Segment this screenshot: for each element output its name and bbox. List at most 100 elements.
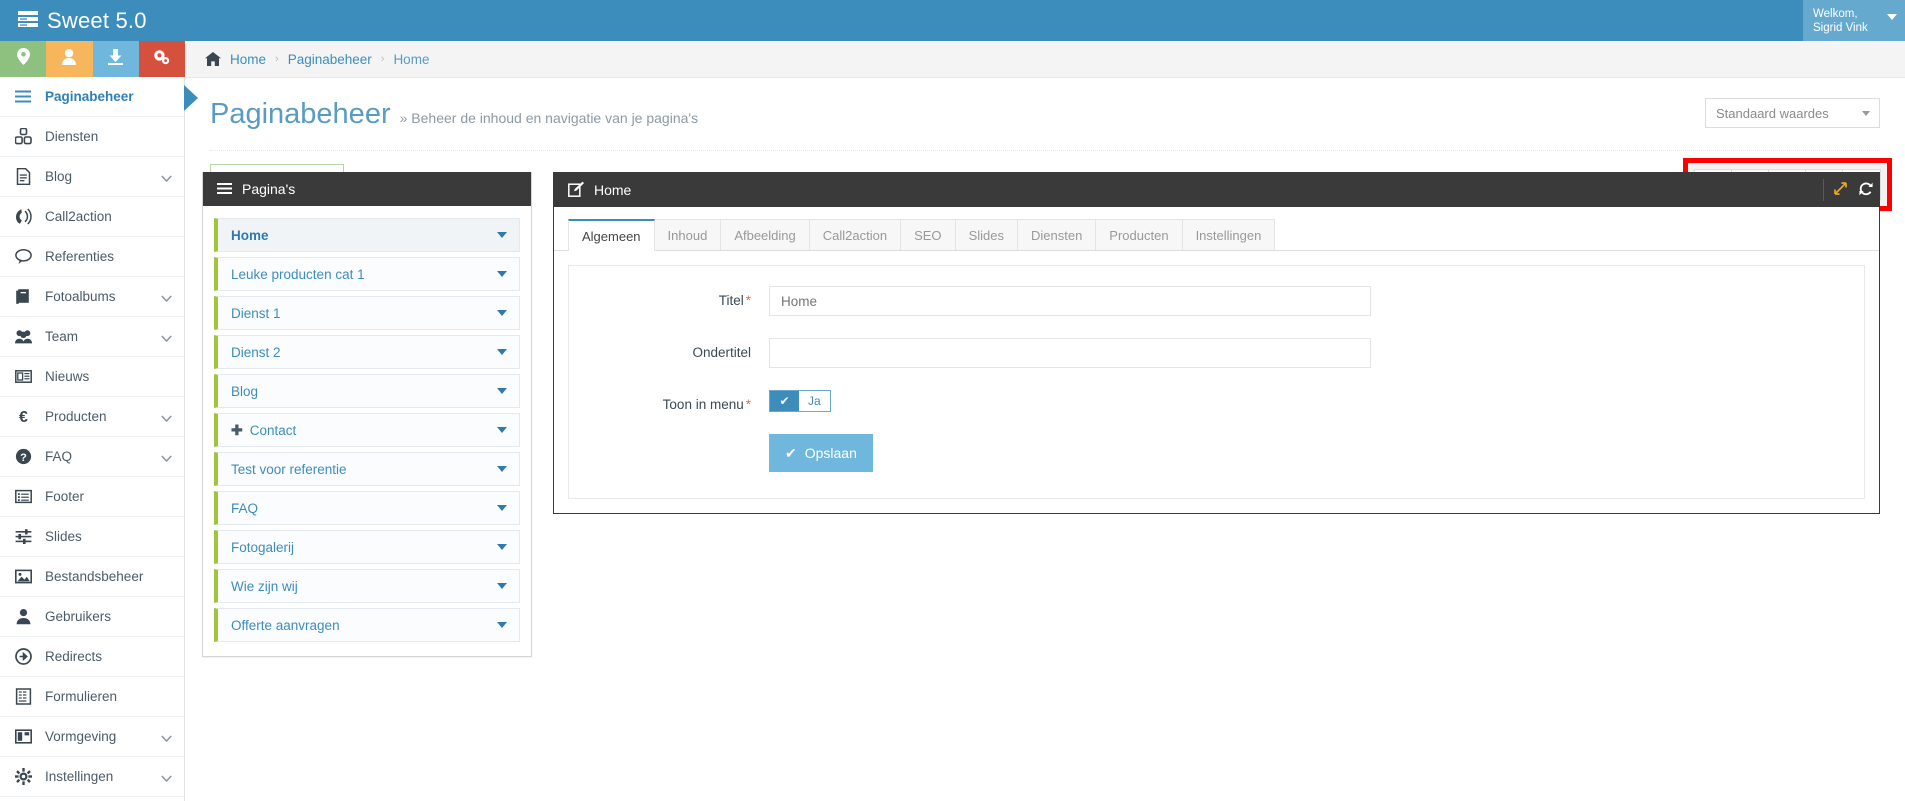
user-menu[interactable]: Welkom, Sigrid Vink	[1803, 0, 1905, 41]
users-icon	[14, 327, 33, 346]
tab-instellingen[interactable]: Instellingen	[1181, 219, 1276, 250]
quick-action-user[interactable]	[46, 41, 93, 77]
chevron-down-icon[interactable]	[497, 349, 507, 355]
tab-inhoud[interactable]: Inhoud	[653, 219, 722, 250]
sidebar-item-blog[interactable]: Blog	[0, 157, 184, 197]
brand[interactable]: Sweet 5.0	[18, 0, 147, 41]
chevron-down-icon	[161, 411, 172, 423]
sidebar-item-diensten[interactable]: Diensten	[0, 117, 184, 157]
sidebar-item-label: Nieuws	[45, 369, 90, 384]
save-button[interactable]: ✔ Opslaan	[769, 434, 873, 472]
page-row-label: Test voor referentie	[231, 461, 347, 477]
sidebar-item-label: Footer	[45, 489, 85, 504]
page-row[interactable]: Leuke producten cat 1	[214, 257, 520, 291]
sidebar-item-call2action[interactable]: Call2action	[0, 197, 184, 237]
title-input[interactable]	[769, 286, 1371, 316]
sidebar-item-instellingen[interactable]: Instellingen	[0, 757, 184, 797]
tab-diensten[interactable]: Diensten	[1016, 219, 1097, 250]
sidebar-item-slides[interactable]: Slides	[0, 517, 184, 557]
page-row[interactable]: Wie zijn wij	[214, 569, 520, 603]
page-row[interactable]: ✚ Contact	[214, 413, 520, 447]
panel-tools	[1820, 173, 1879, 207]
breadcrumb-item-1[interactable]: Paginabeheer	[288, 52, 372, 67]
page-row[interactable]: Dienst 2	[214, 335, 520, 369]
chevron-down-icon[interactable]	[497, 310, 507, 316]
chevron-down-icon[interactable]	[497, 544, 507, 550]
sidebar-item-fotoalbums[interactable]: Fotoalbums	[0, 277, 184, 317]
menu-label: Toon in menu	[662, 397, 744, 412]
chevron-down-icon[interactable]	[497, 505, 507, 511]
quick-action-download[interactable]	[92, 41, 139, 77]
chevron-down-icon[interactable]	[497, 427, 507, 433]
quick-action-settings[interactable]	[138, 41, 185, 77]
chevron-down-icon[interactable]	[497, 622, 507, 628]
chevron-down-icon	[161, 331, 172, 343]
active-indicator-arrow	[184, 85, 198, 111]
sidebar-item-referenties[interactable]: Referenties	[0, 237, 184, 277]
content-area: Paginabeheer » Beheer de inhoud en navig…	[185, 78, 1905, 801]
subtitle-input[interactable]	[769, 338, 1371, 368]
title-label-wrap: Titel *	[569, 286, 769, 308]
sliders-icon	[14, 527, 33, 546]
breadcrumb-item-0[interactable]: Home	[230, 52, 266, 67]
tab-algemeen[interactable]: Algemeen	[568, 219, 655, 251]
tab-afbeelding[interactable]: Afbeelding	[720, 219, 810, 250]
chevron-down-icon[interactable]	[497, 466, 507, 472]
chevron-down-icon	[161, 731, 172, 743]
pages-panel-title: Pagina's	[242, 181, 296, 197]
tab-seo[interactable]: SEO	[900, 219, 956, 250]
chevron-down-icon	[161, 771, 172, 783]
page-row-label: Leuke producten cat 1	[231, 266, 365, 282]
tab-producten[interactable]: Producten	[1095, 219, 1183, 250]
pages-panel-header: Pagina's	[203, 172, 531, 206]
subtitle-field-row: Ondertitel	[569, 338, 1864, 368]
sidebar-item-redirects[interactable]: Redirects	[0, 637, 184, 677]
page-row[interactable]: Dienst 1	[214, 296, 520, 330]
page-row[interactable]: Test voor referentie	[214, 452, 520, 486]
page-row-label: Wie zijn wij	[231, 578, 298, 594]
euro-icon: €	[14, 407, 33, 426]
chevron-down-icon[interactable]	[497, 232, 507, 238]
page-row[interactable]: Fotogalerij	[214, 530, 520, 564]
chevron-down-icon	[1862, 111, 1870, 116]
page-row[interactable]: FAQ	[214, 491, 520, 525]
chevron-down-icon[interactable]	[497, 388, 507, 394]
refresh-button[interactable]	[1853, 182, 1879, 199]
sidebar-item-bestandsbeheer[interactable]: Bestandsbeheer	[0, 557, 184, 597]
tab-label: Call2action	[822, 227, 888, 243]
page-row[interactable]: Offerte aanvragen	[214, 608, 520, 642]
page-row-label: Offerte aanvragen	[231, 617, 340, 633]
sidebar-item-producten[interactable]: € Producten	[0, 397, 184, 437]
top-bar: Sweet 5.0 Welkom, Sigrid Vink	[0, 0, 1905, 41]
breadcrumb-item-2: Home	[393, 51, 430, 67]
sidebar-item-team[interactable]: Team	[0, 317, 184, 357]
page-row-label: Fotogalerij	[231, 539, 295, 555]
sidebar-item-footer[interactable]: Footer	[0, 477, 184, 517]
download-icon	[108, 48, 124, 70]
home-icon	[205, 52, 221, 66]
check-icon: ✔	[785, 444, 797, 461]
chevron-down-icon[interactable]	[497, 583, 507, 589]
sidebar-item-paginabeheer[interactable]: Paginabeheer	[0, 77, 198, 117]
sidebar-item-faq[interactable]: ? FAQ	[0, 437, 184, 477]
default-values-select[interactable]: Standaard waardes	[1705, 98, 1880, 128]
sidebar-item-formulieren[interactable]: Formulieren	[0, 677, 184, 717]
chevron-down-icon	[161, 291, 172, 303]
expand-button[interactable]	[1827, 182, 1853, 198]
quick-action-location[interactable]	[0, 41, 47, 77]
show-in-menu-toggle[interactable]: ✔ Ja	[769, 390, 831, 412]
sidebar-item-nieuws[interactable]: Nieuws	[0, 357, 184, 397]
chevron-down-icon[interactable]	[497, 271, 507, 277]
tab-slides[interactable]: Slides	[954, 219, 1018, 250]
page-row[interactable]: Home	[214, 218, 520, 252]
sidebar-item-gebruikers[interactable]: Gebruikers	[0, 597, 184, 637]
sidebar-nav: Paginabeheer Diensten Blog Call2action Refer…	[0, 77, 198, 797]
tab-call2action[interactable]: Call2action	[808, 219, 902, 250]
sidebar-item-vormgeving[interactable]: Vormgeving	[0, 717, 184, 757]
sidebar-item-label: Formulieren	[45, 689, 118, 704]
default-values-selected: Standaard waardes	[1716, 105, 1829, 121]
page-row-label: Blog	[231, 383, 259, 399]
sidebar-item-label: Gebruikers	[45, 609, 112, 624]
page-row[interactable]: Blog	[214, 374, 520, 408]
sidebar: Paginabeheer Diensten Blog Call2action Refer…	[0, 41, 198, 801]
